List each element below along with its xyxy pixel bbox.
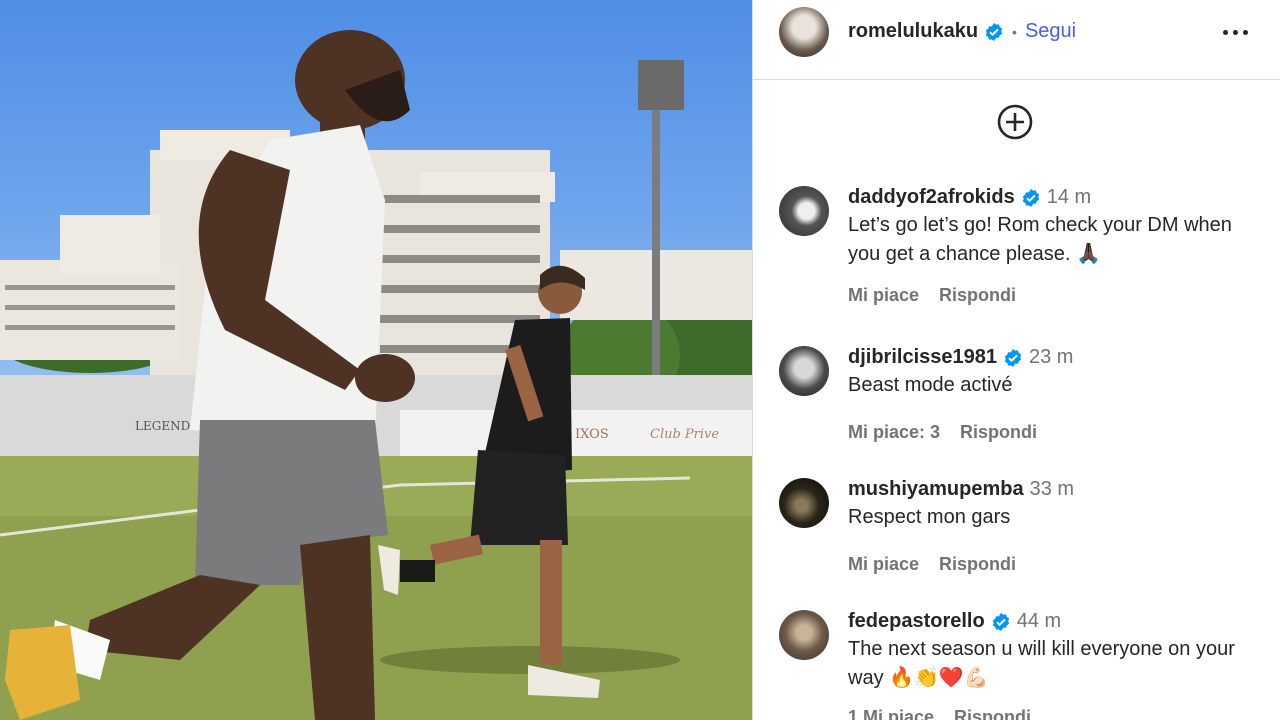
like-comment-button[interactable]: Mi piace <box>848 285 919 306</box>
author-username[interactable]: romelulukaku <box>848 20 978 43</box>
comment-username[interactable]: daddyof2afrokids <box>848 186 1015 209</box>
plus-circle-icon[interactable] <box>997 104 1033 140</box>
reply-button[interactable]: Rispondi <box>939 554 1016 575</box>
verified-badge-icon <box>1004 348 1022 367</box>
verified-badge-icon <box>1022 188 1039 207</box>
comment-username[interactable]: mushiyamupemba <box>848 478 1024 501</box>
like-comment-button[interactable]: Mi piace <box>848 554 919 575</box>
verified-badge-icon <box>992 612 1009 631</box>
banner-ixos: IXOS <box>575 427 609 442</box>
comment-username[interactable]: fedepastorello <box>848 610 985 633</box>
more-options-icon[interactable] <box>1223 22 1251 42</box>
header-separator: • <box>1012 23 1017 40</box>
commenter-avatar[interactable] <box>779 610 829 660</box>
banner-legends: LEGENDS <box>135 419 198 433</box>
banner-club: Club Prive <box>650 427 719 442</box>
like-comment-button[interactable]: 1 Mi piace <box>848 707 934 720</box>
follow-button[interactable]: Segui <box>1025 20 1076 43</box>
comment-text: The next season u will kill everyone on … <box>848 638 1235 689</box>
verified-badge-icon <box>985 22 1003 41</box>
author-avatar[interactable] <box>779 7 829 57</box>
comment-text: Let’s go let’s go! Rom check your DM whe… <box>848 214 1232 265</box>
post-media[interactable]: LEGENDS IXOS Club Prive <box>0 0 752 720</box>
comment-time[interactable]: 14 m <box>1047 186 1091 209</box>
post-side-panel: romelulukaku • Segui daddyof2afrokids 14… <box>752 0 1280 720</box>
reply-button[interactable]: Rispondi <box>939 285 1016 306</box>
reply-button[interactable]: Rispondi <box>954 707 1031 720</box>
comment-time[interactable]: 33 m <box>1030 478 1074 501</box>
post-header: romelulukaku • Segui <box>753 0 1280 80</box>
reply-button[interactable]: Rispondi <box>960 422 1037 443</box>
commenter-avatar[interactable] <box>779 346 829 396</box>
comment-text: Beast mode activé <box>848 374 1013 396</box>
commenter-avatar[interactable] <box>779 478 829 528</box>
comment-username[interactable]: djibrilcisse1981 <box>848 346 997 369</box>
comment-text: Respect mon gars <box>848 506 1011 528</box>
comment-time[interactable]: 44 m <box>1017 610 1061 633</box>
training-photo: LEGENDS IXOS Club Prive <box>0 30 752 720</box>
commenter-avatar[interactable] <box>779 186 829 236</box>
comment-time[interactable]: 23 m <box>1029 346 1073 369</box>
like-comment-button[interactable]: Mi piace: 3 <box>848 422 940 443</box>
